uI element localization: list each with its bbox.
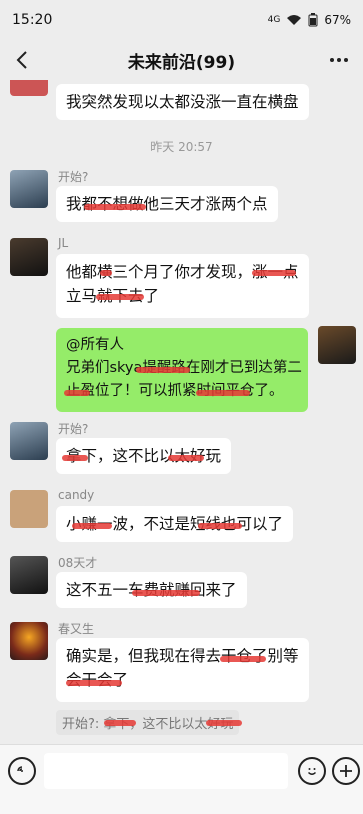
more-button[interactable] bbox=[323, 44, 355, 76]
emoji-button[interactable] bbox=[298, 757, 326, 785]
status-time: 15:20 bbox=[12, 12, 53, 28]
redaction-mark bbox=[196, 390, 250, 396]
message-text: @所有人 bbox=[66, 337, 124, 353]
redaction-mark bbox=[96, 294, 144, 300]
more-icon bbox=[330, 58, 348, 62]
avatar[interactable] bbox=[10, 80, 48, 96]
timestamp: 昨天 20:57 bbox=[150, 140, 213, 154]
plus-icon bbox=[340, 765, 352, 777]
message-input[interactable] bbox=[44, 753, 288, 789]
avatar[interactable] bbox=[10, 422, 48, 460]
avatar[interactable] bbox=[318, 326, 356, 364]
redaction-mark bbox=[136, 367, 190, 373]
avatar[interactable] bbox=[10, 170, 48, 208]
redaction-mark bbox=[66, 680, 122, 686]
avatar[interactable] bbox=[10, 238, 48, 276]
redaction-mark bbox=[168, 455, 204, 461]
wifi-icon bbox=[287, 15, 302, 25]
voice-icon bbox=[17, 766, 23, 772]
redaction-mark bbox=[132, 590, 200, 596]
redaction-mark bbox=[100, 270, 112, 276]
avatar[interactable] bbox=[10, 490, 48, 528]
battery-icon bbox=[308, 13, 318, 27]
sender-name: JL bbox=[58, 236, 69, 250]
redaction-mark bbox=[252, 270, 296, 276]
sender-name: 开始? bbox=[58, 422, 89, 436]
status-icons: 4G 67% bbox=[268, 13, 351, 27]
redaction-mark bbox=[72, 523, 112, 529]
redaction-mark bbox=[206, 720, 242, 726]
sender-name: 春又生 bbox=[58, 622, 95, 636]
chat-title: 未来前沿(99) bbox=[127, 52, 236, 73]
battery-level: 67% bbox=[324, 13, 351, 27]
message-text: 我突然发现以太都没涨一直在横盘 bbox=[66, 93, 299, 111]
sender-name: 开始? bbox=[58, 170, 89, 184]
voice-button[interactable] bbox=[8, 757, 36, 785]
emoji-icon bbox=[308, 768, 316, 775]
redaction-mark bbox=[84, 204, 146, 210]
redaction-mark bbox=[64, 390, 90, 396]
message-bubble[interactable]: 他都横三个月了你才发现，涨一点 立马就下去了 bbox=[56, 254, 309, 318]
redaction-mark bbox=[220, 656, 266, 662]
redaction-mark bbox=[198, 523, 242, 529]
message-list[interactable]: 我突然发现以太都没涨一直在横盘 昨天 20:57 开始? 我都不想做他三天才涨两… bbox=[0, 80, 363, 744]
message-bubble[interactable]: 确实是，但我现在得去干仓了别等 会干会了 bbox=[56, 638, 309, 702]
back-button[interactable] bbox=[6, 44, 38, 76]
signal-icon: 4G bbox=[267, 15, 281, 25]
sender-name: candy bbox=[58, 488, 95, 502]
input-bar bbox=[0, 744, 363, 814]
sender-name: 08天才 bbox=[58, 556, 98, 570]
message-text: 止盈位了！可以抓紧时间平仓了。 bbox=[66, 383, 284, 399]
avatar[interactable] bbox=[10, 556, 48, 594]
add-button[interactable] bbox=[332, 757, 360, 785]
avatar[interactable] bbox=[10, 622, 48, 660]
message-bubble[interactable]: 我突然发现以太都没涨一直在横盘 bbox=[56, 84, 309, 120]
redaction-mark bbox=[62, 455, 88, 461]
chat-header: 未来前沿(99) bbox=[0, 40, 363, 80]
redaction-mark bbox=[104, 720, 136, 726]
chevron-left-icon bbox=[16, 51, 27, 69]
status-bar: 15:20 4G 67% bbox=[0, 0, 363, 40]
